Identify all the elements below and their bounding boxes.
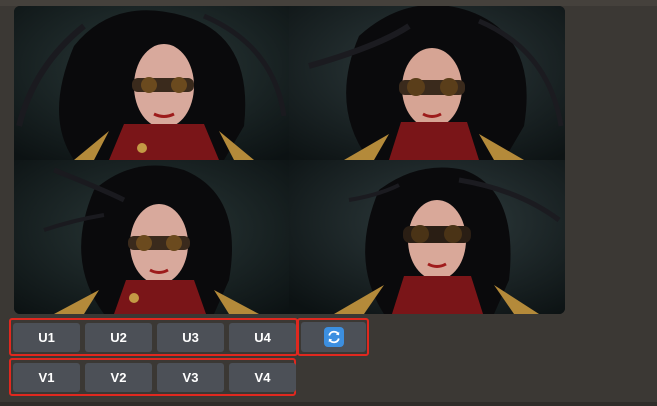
variation-button-3[interactable]: V3 [157,363,224,392]
variation-button-2[interactable]: V2 [85,363,152,392]
variation-button-1[interactable]: V1 [13,363,80,392]
upscale-button-2[interactable]: U2 [85,323,152,352]
image-tile-3[interactable] [14,160,289,314]
bottom-strip [0,402,657,406]
reroll-button[interactable] [301,322,366,352]
image-grid [14,6,565,314]
upscale-button-1[interactable]: U1 [13,323,80,352]
image-tile-1[interactable] [14,6,289,160]
upscale-button-3[interactable]: U3 [157,323,224,352]
upscale-button-4[interactable]: U4 [229,323,296,352]
refresh-icon [323,327,344,347]
variation-button-4[interactable]: V4 [229,363,296,392]
image-tile-2[interactable] [289,6,565,160]
image-tile-4[interactable] [289,160,565,314]
